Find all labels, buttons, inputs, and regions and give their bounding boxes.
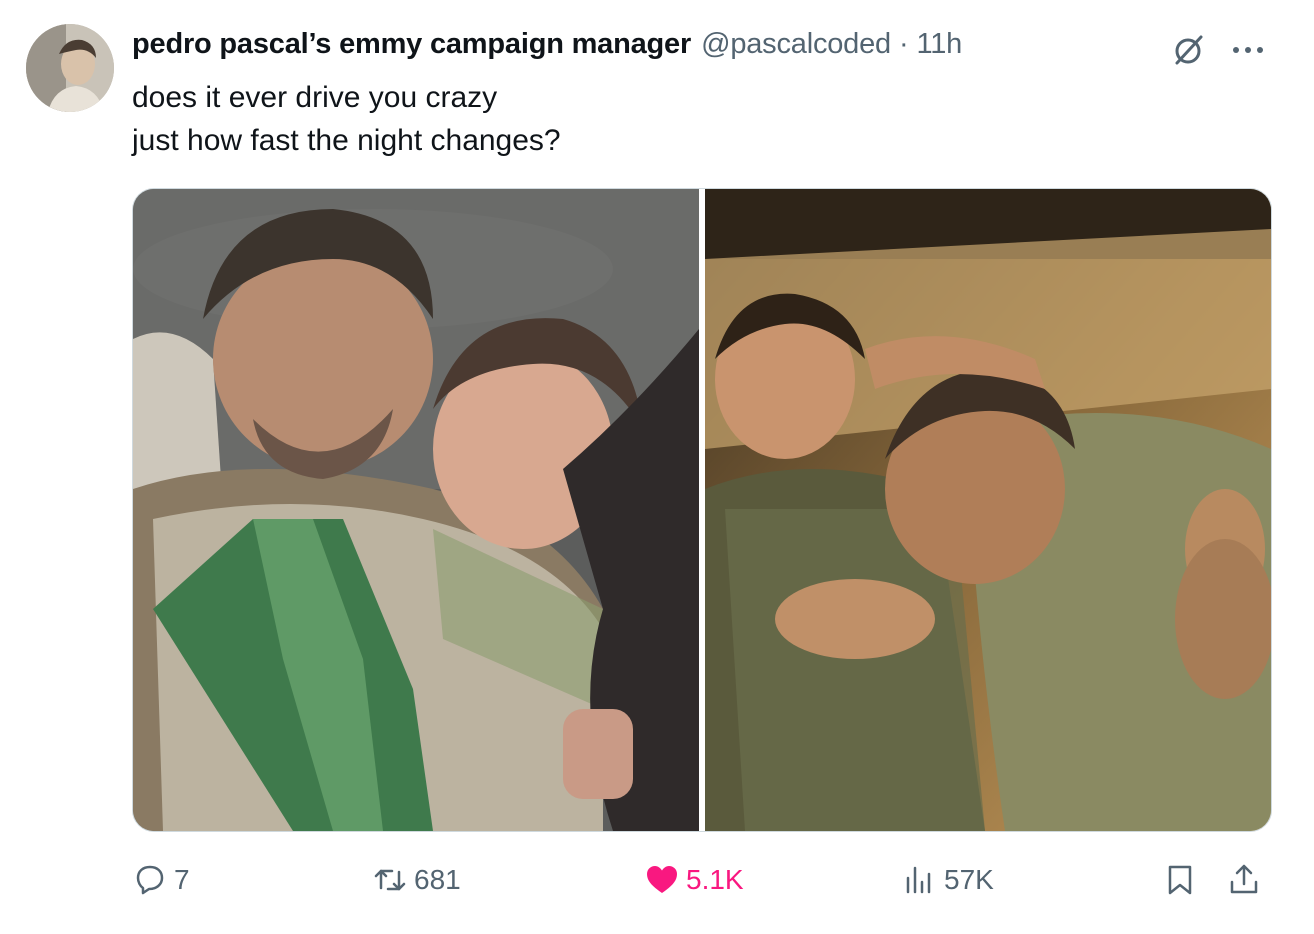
photo-icon [705,189,1271,831]
tweet-text-line: does it ever drive you crazy [132,81,498,114]
reply-button[interactable]: 7 [132,858,190,902]
views-count: 57K [944,864,994,895]
retweet-button[interactable]: 681 [372,858,461,902]
author-name[interactable]: pedro pascal’s emmy campaign manager [132,28,691,61]
separator-dot: · [898,28,909,60]
timestamp[interactable]: 11h [916,28,962,61]
like-button[interactable]: 5.1K [644,858,744,902]
bookmark-icon [1168,865,1192,895]
share-button[interactable] [1226,858,1262,902]
views-button[interactable]: 57K [902,858,994,902]
heart-icon [647,866,677,893]
media-image-left[interactable] [133,189,699,831]
retweet-icon [374,869,406,891]
avatar[interactable] [26,24,114,112]
bookmark-button[interactable] [1162,858,1198,902]
retweet-count: 681 [414,864,461,895]
tweet-text-line: just how fast the night changes? [132,124,561,157]
reply-icon [136,865,164,895]
more-icon[interactable] [1226,30,1270,70]
tweet-text: does it ever drive you crazy just how fa… [132,76,561,162]
media-grid [132,188,1272,832]
action-bar: 7 681 5.1K 57K [132,858,1270,902]
tweet-header: pedro pascal’s emmy campaign manager @pa… [132,28,962,68]
author-handle[interactable]: @pascalcoded [701,28,891,61]
media-image-right[interactable] [705,189,1271,831]
tweet: pedro pascal’s emmy campaign manager @pa… [0,0,1314,934]
views-icon [906,866,931,894]
reply-count: 7 [174,864,190,895]
grok-icon[interactable] [1168,30,1208,70]
photo-icon [133,189,699,831]
share-icon [1230,864,1258,894]
like-count: 5.1K [686,864,744,895]
